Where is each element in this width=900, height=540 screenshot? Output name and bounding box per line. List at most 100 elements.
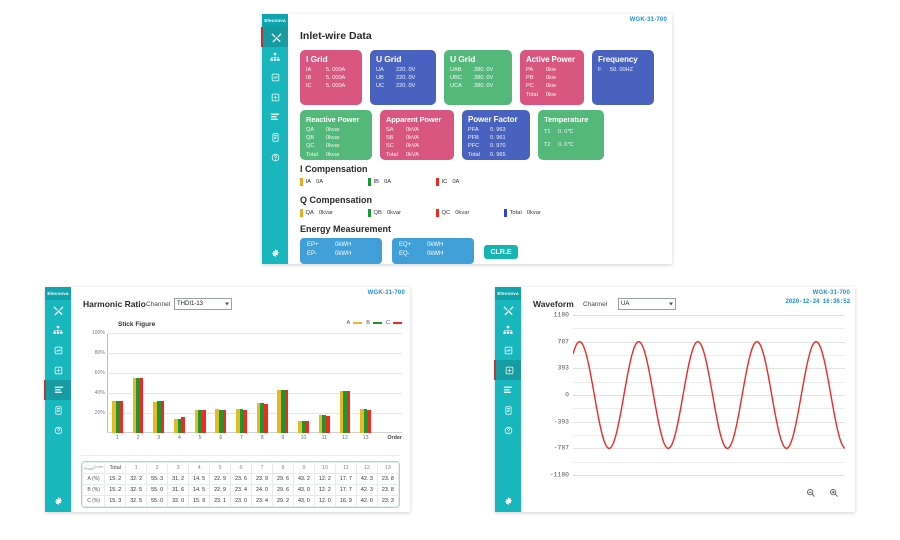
i-comp-value: 0A [452, 179, 460, 185]
bar-group[interactable]: 7 [235, 333, 249, 441]
table-column-header: 7 [251, 462, 273, 474]
harmonic-table[interactable]: Order Phase Total 1 2 3 4 5 6 7 8 9 10 11 12 13 A (%) 15… [81, 461, 400, 508]
legend-swatch-icon [353, 321, 363, 325]
table-cell: 12. 0 [313, 495, 336, 507]
sidebar-item-report[interactable] [495, 400, 521, 420]
clear-energy-button[interactable]: CLR.E [484, 245, 518, 259]
q-comp-name: QB [373, 210, 382, 216]
bar-group[interactable]: 13 [359, 333, 373, 441]
sidebar-item-help[interactable] [45, 420, 71, 440]
sidebar-item-records[interactable] [262, 107, 288, 127]
sidebar-item-monitor[interactable] [262, 67, 288, 87]
waveform-chart: 1180 787 393 0 -393 -787 -1180 [550, 312, 845, 479]
table-column-header: 13 [376, 462, 399, 474]
sidebar-item-tools[interactable] [495, 300, 521, 320]
sidebar-item-waveform[interactable] [262, 87, 288, 107]
sidebar-item-tools[interactable] [45, 300, 71, 320]
card-value: 0kw [546, 91, 556, 98]
card-frequency[interactable]: Frequency F 50. 00HZ [592, 50, 654, 105]
zoom-in-icon[interactable] [828, 487, 839, 498]
channel-select[interactable]: UA [618, 298, 676, 310]
table-cell: 55. 3 [146, 473, 169, 485]
card-title: Apparent Power [386, 115, 442, 124]
sidebar-item-records[interactable] [44, 380, 72, 400]
bar-group[interactable]: 2 [131, 333, 145, 441]
diagonal-divider-icon [83, 463, 105, 473]
zoom-out-icon[interactable] [805, 487, 816, 498]
page-title: Harmonic Ratio [83, 299, 146, 309]
sidebar-item-network[interactable] [262, 47, 288, 67]
legend-swatch-icon [393, 321, 402, 325]
x-axis-tick-label: 11 [321, 435, 327, 441]
q-comp-item-qc: QC 0kvar [436, 209, 504, 217]
table-cell: 15. 2 [104, 473, 127, 485]
x-axis-tick-label: 10 [300, 435, 307, 441]
card-value: 0kw [546, 83, 556, 90]
card-reactive-power[interactable]: Reactive Power QA 0kvar QB 0kvar QC 0kvar T… [300, 110, 372, 160]
sidebar-item-waveform[interactable] [494, 360, 522, 380]
card-value: 220. 0V [396, 75, 416, 82]
sidebar-item-report[interactable] [45, 400, 71, 420]
y-axis-tick-label: -393 [553, 418, 569, 426]
table-column-header: 3 [167, 462, 190, 474]
sidebar-item-help[interactable] [262, 147, 288, 167]
y-axis [107, 333, 108, 433]
sidebar-item-network[interactable] [495, 320, 521, 340]
table-row: A (%) 15. 2 32. 2 55. 3 31. 2 14. 5 22. 9 23. 6… [82, 473, 399, 485]
energy-box-ep[interactable]: EP+ 0kWH EP- 0kWH [300, 238, 382, 264]
legend-label: A [346, 320, 351, 326]
y-axis-tick-label: -787 [553, 444, 569, 452]
card-temperature[interactable]: Temperature T1 0. 0℃ T2 0. 0℃ [538, 110, 604, 160]
channel-select[interactable]: THDI1-13 [174, 298, 232, 310]
y-axis-tick-label: 40% [94, 390, 105, 396]
table-cell: 17. 7 [334, 484, 357, 496]
sidebar-item-waveform[interactable] [45, 360, 71, 380]
card-value: 5. 000A [326, 83, 346, 90]
sidebar-item-network[interactable] [45, 320, 71, 340]
bar-group[interactable]: 10 [297, 333, 311, 441]
bar-group[interactable]: 3 [152, 333, 166, 441]
bar-group[interactable]: 5 [193, 333, 207, 441]
color-swatch-icon [368, 178, 371, 186]
bar-group[interactable]: 12 [338, 333, 352, 441]
bar-group[interactable]: 9 [276, 333, 290, 441]
card-u-grid-phase[interactable]: U Grid UA 220. 0V UB 220. 0V UC 220. 0V [370, 50, 436, 105]
table-cell: 23. 1 [209, 495, 232, 507]
energy-value: 0kWH [427, 242, 444, 248]
card-key: SC [386, 143, 394, 150]
card-power-factor[interactable]: Power Factor PFA 0. 963 PFB 0. 961 PFC 0. 9… [462, 110, 530, 160]
table-cell: 14. 5 [188, 473, 211, 485]
y-axis-tick-label: 20% [94, 410, 105, 416]
card-u-grid-line[interactable]: U Grid UAB 380. 0V UBC 380. 0V UCA 380. 0V [444, 50, 512, 105]
bar-group[interactable]: 11 [317, 333, 331, 441]
energy-key: EQ- [399, 251, 410, 257]
card-key: UAB [450, 67, 462, 73]
x-axis-tick-label: 4 [177, 435, 181, 441]
gear-icon[interactable] [495, 490, 521, 512]
table-column-header: 4 [188, 462, 211, 474]
card-value: 0kVA [406, 127, 419, 133]
bar-group[interactable]: 4 [172, 333, 186, 441]
card-value: 0. 965 [490, 151, 506, 158]
sidebar-item-report[interactable] [262, 127, 288, 147]
bar-group[interactable]: 8 [255, 333, 269, 441]
card-i-grid[interactable]: I Grid IA 5. 000A IB 5. 000A IC 5. 000A [300, 50, 362, 105]
table-cell: 23. 0 [230, 495, 253, 507]
sidebar-item-tools[interactable] [261, 27, 289, 47]
card-key: UC [376, 83, 385, 90]
card-value: 5. 000A [326, 67, 346, 73]
sidebar-item-help[interactable] [495, 420, 521, 440]
q-compensation-title: Q Compensation [300, 195, 373, 205]
table-cell: 29. 6 [271, 473, 294, 485]
sidebar-item-monitor[interactable] [495, 340, 521, 360]
sidebar-item-monitor[interactable] [45, 340, 71, 360]
bar-group[interactable]: 6 [214, 333, 228, 441]
energy-box-eq[interactable]: EQ+ 0kWH EQ- 0kWH [392, 238, 474, 264]
bar-group[interactable]: 1 [110, 333, 124, 441]
gear-icon[interactable] [262, 242, 288, 264]
card-apparent-power[interactable]: Apparent Power SA 0kVA SB 0kVA SC 0kVA Tota… [380, 110, 454, 160]
table-cell: 55. 0 [146, 495, 169, 507]
card-active-power[interactable]: Active Power PA 0kw PB 0kw PC 0kw Total 0kw [520, 50, 584, 105]
sidebar-item-records[interactable] [495, 380, 521, 400]
gear-icon[interactable] [45, 490, 71, 512]
